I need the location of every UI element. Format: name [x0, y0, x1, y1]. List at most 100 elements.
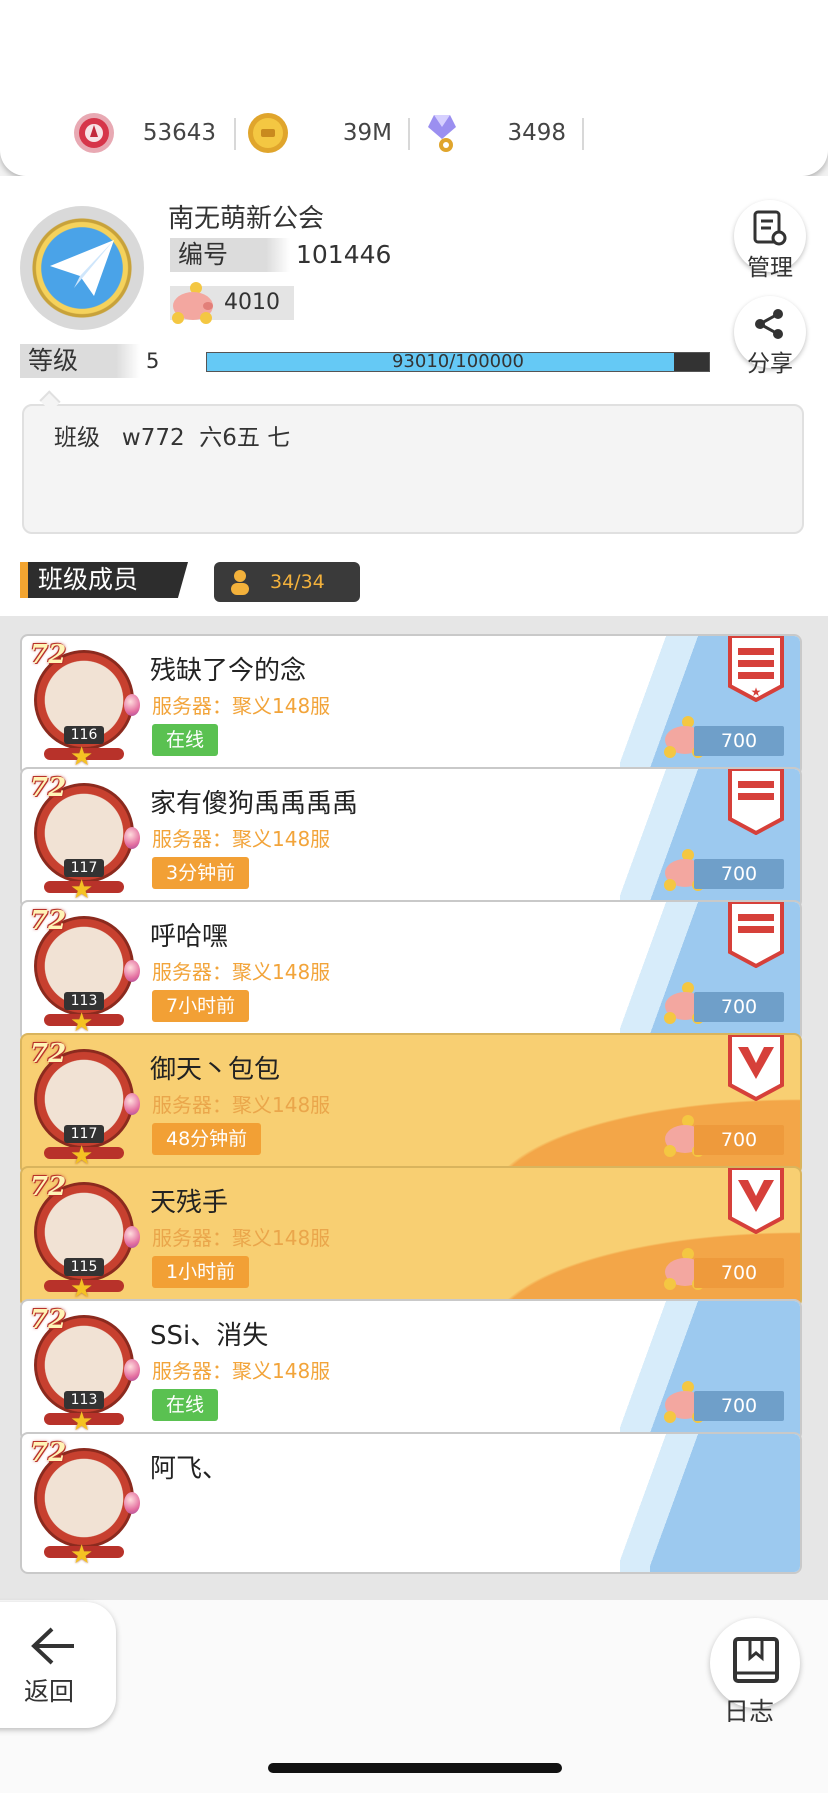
- member-contribution: 700: [694, 1125, 784, 1155]
- svg-text:★: ★: [751, 685, 762, 699]
- vip-level-badge: 72: [30, 906, 67, 936]
- member-server: 服务器：聚义148服: [152, 694, 331, 718]
- resource-value: 39M: [342, 120, 392, 146]
- elite-rank-icon: [728, 1168, 784, 1234]
- member-contribution: 700: [694, 1258, 784, 1288]
- member-card[interactable]: 72 117 ★ 御天丶包包服务器：聚义148服 48分钟前 700: [20, 1033, 802, 1175]
- divider: [582, 118, 584, 150]
- leader-rank-icon: ★: [728, 636, 784, 702]
- elite-rank-icon: [728, 1035, 784, 1101]
- crystal-key-icon: [428, 115, 456, 152]
- divider: [234, 118, 236, 150]
- divider: [408, 118, 410, 150]
- member-name: 天残手: [150, 1188, 229, 1218]
- guild-funds-value: 4010: [224, 290, 280, 315]
- resource-crystal: 3498: [420, 110, 566, 156]
- guild-level-label: 等级: [20, 344, 140, 378]
- log-button[interactable]: 日志: [710, 1618, 800, 1726]
- member-name: 阿飞、: [150, 1454, 229, 1484]
- member-status: 3分钟前: [152, 857, 250, 889]
- resource-value: 3498: [507, 120, 566, 146]
- guild-info-panel: 南无萌新公会 编号 101446 4010 等级 5 93010/100000 …: [0, 176, 828, 616]
- member-name: 残缺了今的念: [150, 656, 307, 686]
- guild-id: 101446: [296, 240, 392, 269]
- member-avatar[interactable]: 72 115 ★: [28, 1172, 140, 1304]
- vip-level-badge: 72: [30, 1039, 67, 1069]
- back-button[interactable]: 返回: [0, 1602, 116, 1728]
- guild-xp-bar: 93010/100000: [206, 351, 710, 372]
- manage-label: 管理: [747, 255, 793, 281]
- member-server: 服务器：聚义148服: [152, 1359, 331, 1383]
- person-icon: [231, 570, 249, 595]
- guild-id-label: 编号: [170, 238, 290, 272]
- share-label: 分享: [747, 351, 793, 377]
- member-avatar[interactable]: 72 117 ★: [28, 773, 140, 905]
- balloon-icon: [124, 1492, 140, 1514]
- member-server: 服务器：聚义148服: [152, 1093, 331, 1117]
- guild-emblem[interactable]: [20, 206, 144, 330]
- member-avatar[interactable]: 72 117 ★: [28, 1039, 140, 1171]
- guild-level: 5: [146, 349, 160, 373]
- log-label: 日志: [724, 1697, 775, 1726]
- star-icon: ★: [70, 1540, 94, 1570]
- member-status: 在线: [152, 1389, 219, 1421]
- members-section-title: 班级成员: [20, 562, 188, 598]
- back-arrow-icon: [31, 1627, 74, 1665]
- balloon-icon: [124, 1226, 140, 1248]
- vip-level-badge: 72: [30, 1438, 67, 1468]
- book-icon: [733, 1637, 779, 1683]
- member-card[interactable]: 72 113 ★ 呼哈嘿 服务器：聚义148服 7小时前 700: [20, 900, 802, 1042]
- resource-value: 53643: [142, 120, 216, 146]
- member-contribution: 700: [694, 726, 784, 756]
- member-avatar[interactable]: 72 113 ★: [28, 906, 140, 1038]
- red-token-icon: [74, 113, 114, 153]
- balloon-icon: [124, 827, 140, 849]
- resource-gold: 39M: [246, 110, 392, 156]
- guild-notice-text: 班级 w772 六6五 七: [54, 425, 291, 451]
- member-count-badge: 34/34: [214, 562, 360, 602]
- member-card[interactable]: 72 115 ★ 天残手 服务器：聚义148服 1小时前 700: [20, 1166, 802, 1308]
- vip-level-badge: 72: [30, 1305, 67, 1335]
- member-name: 御天丶包包: [150, 1055, 281, 1085]
- resource-red-token: 53643: [72, 110, 216, 156]
- member-server: 服务器：聚义148服: [152, 1226, 331, 1250]
- balloon-icon: [124, 694, 140, 716]
- home-indicator[interactable]: [268, 1763, 562, 1773]
- card-decoration: [650, 1434, 800, 1572]
- officer-rank-icon: [728, 769, 784, 835]
- member-card[interactable]: 72 113 ★ SSi、消失服务器：聚义148服在线 700: [20, 1299, 802, 1441]
- guild-notice: 班级 w772 六6五 七: [22, 404, 804, 534]
- member-server: 服务器：聚义148服: [152, 960, 331, 984]
- guild-funds: 4010: [170, 282, 294, 324]
- gold-coin-icon: [248, 113, 288, 153]
- member-contribution: 700: [694, 859, 784, 889]
- member-name: SSi、消失: [150, 1321, 269, 1351]
- vip-level-badge: 72: [30, 773, 67, 803]
- member-list[interactable]: 72 116 ★ 残缺了今的念 服务器：聚义148服 在线 ★ 700 72 117 ★ 家有傻狗禹禹…: [0, 616, 828, 1600]
- member-status: 7小时前: [152, 990, 250, 1022]
- member-count: 34/34: [270, 571, 325, 593]
- member-avatar[interactable]: 72 116 ★: [28, 640, 140, 772]
- member-avatar[interactable]: 72 ★: [28, 1438, 140, 1570]
- member-contribution: 700: [694, 1391, 784, 1421]
- officer-rank-icon: [728, 902, 784, 968]
- balloon-icon: [124, 960, 140, 982]
- member-card[interactable]: 72 116 ★ 残缺了今的念服务器：聚义148服在线 ★ 700: [20, 634, 802, 776]
- member-card[interactable]: 72 117 ★ 家有傻狗禹禹禹禹 服务器：聚义148服 3分钟前 700: [20, 767, 802, 909]
- guild-xp-text: 93010/100000: [391, 351, 525, 372]
- vip-level-badge: 72: [30, 1172, 67, 1202]
- member-card[interactable]: 72 ★ 阿飞、: [20, 1432, 802, 1574]
- balloon-icon: [124, 1359, 140, 1381]
- guild-name: 南无萌新公会: [168, 204, 325, 234]
- member-avatar[interactable]: 72 113 ★: [28, 1305, 140, 1437]
- member-status: 48分钟前: [152, 1123, 262, 1155]
- manage-doc-icon: [753, 210, 787, 246]
- balloon-icon: [124, 1093, 140, 1115]
- piggy-bank-icon: [172, 282, 213, 324]
- member-server: 服务器：聚义148服: [152, 827, 331, 851]
- paper-plane-icon: [50, 240, 114, 296]
- member-status: 在线: [152, 724, 219, 756]
- share-button[interactable]: 分享: [734, 296, 806, 377]
- back-label: 返回: [24, 1677, 75, 1706]
- manage-button[interactable]: 管理: [734, 200, 806, 281]
